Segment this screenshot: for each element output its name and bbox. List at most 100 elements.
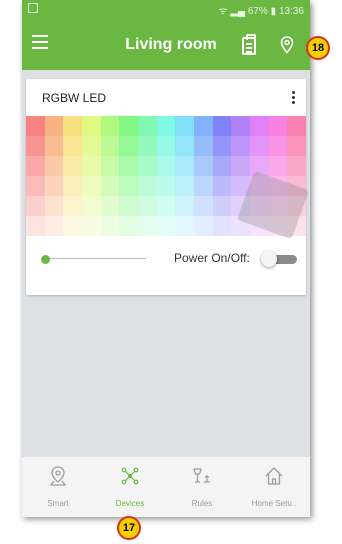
power-toggle[interactable] — [261, 251, 301, 267]
color-swatch[interactable] — [81, 216, 101, 236]
color-swatch[interactable] — [100, 216, 120, 236]
color-swatch[interactable] — [212, 116, 232, 136]
color-swatch[interactable] — [63, 176, 82, 196]
color-swatch[interactable] — [81, 156, 101, 176]
color-swatch[interactable] — [156, 156, 176, 176]
color-swatch[interactable] — [268, 136, 288, 156]
color-swatch[interactable] — [44, 116, 64, 136]
color-swatch[interactable] — [119, 176, 138, 196]
color-swatch[interactable] — [193, 216, 213, 236]
color-swatch[interactable] — [119, 156, 138, 176]
color-swatch[interactable] — [137, 116, 157, 136]
color-swatch[interactable] — [268, 116, 288, 136]
color-swatch[interactable] — [156, 196, 176, 216]
callout-marker-top: 18 — [306, 36, 330, 60]
color-swatch[interactable] — [193, 156, 213, 176]
color-swatch[interactable] — [287, 156, 306, 176]
color-swatch[interactable] — [231, 136, 250, 156]
color-swatch[interactable] — [26, 116, 45, 136]
color-swatch[interactable] — [26, 136, 45, 156]
color-swatch[interactable] — [212, 196, 232, 216]
rules-icon — [193, 468, 210, 483]
bottom-nav: Smart Devices Rules Home Setu.. — [22, 456, 310, 517]
color-swatch[interactable] — [193, 136, 213, 156]
color-swatch[interactable] — [119, 196, 138, 216]
nav-item-devices[interactable]: Devices — [94, 457, 166, 517]
device-name: RGBW LED — [42, 91, 107, 105]
color-swatch[interactable] — [81, 116, 101, 136]
home-setup-icon — [265, 467, 283, 485]
toggle-knob[interactable] — [261, 251, 277, 267]
battery-percent: 67% — [247, 6, 268, 17]
color-swatch[interactable] — [193, 196, 213, 216]
color-swatch[interactable] — [268, 156, 288, 176]
color-swatch[interactable] — [44, 136, 64, 156]
color-swatch[interactable] — [100, 156, 120, 176]
color-swatch[interactable] — [175, 116, 194, 136]
clipboard-icon[interactable] — [242, 34, 256, 55]
color-swatch[interactable] — [156, 116, 176, 136]
location-pin-icon[interactable] — [280, 36, 294, 54]
nav-label-rules: Rules — [191, 499, 213, 508]
color-swatch[interactable] — [100, 136, 120, 156]
color-swatch[interactable] — [26, 216, 45, 236]
color-swatch[interactable] — [175, 156, 194, 176]
color-swatch[interactable] — [100, 116, 120, 136]
color-swatch[interactable] — [175, 196, 194, 216]
color-swatch[interactable] — [81, 196, 101, 216]
color-swatch[interactable] — [175, 136, 194, 156]
slider-thumb[interactable] — [41, 255, 50, 264]
color-swatch[interactable] — [63, 156, 82, 176]
color-swatch[interactable] — [81, 176, 101, 196]
color-swatch[interactable] — [287, 136, 306, 156]
color-swatch[interactable] — [231, 156, 250, 176]
color-swatch[interactable] — [26, 196, 45, 216]
color-swatch[interactable] — [119, 216, 138, 236]
color-swatch[interactable] — [44, 176, 64, 196]
color-swatch[interactable] — [212, 156, 232, 176]
color-swatch[interactable] — [44, 156, 64, 176]
status-bar: ᯤ ▂▄ 67% ▮ 13:36 — [22, 0, 310, 18]
color-swatch[interactable] — [156, 136, 176, 156]
color-swatch[interactable] — [175, 176, 194, 196]
color-swatch[interactable] — [63, 136, 82, 156]
color-swatch[interactable] — [175, 216, 194, 236]
nav-item-home-setup[interactable]: Home Setu.. — [238, 457, 310, 517]
color-swatch[interactable] — [81, 136, 101, 156]
color-swatch[interactable] — [44, 196, 64, 216]
color-swatch[interactable] — [100, 196, 120, 216]
color-swatch[interactable] — [249, 136, 269, 156]
color-swatch[interactable] — [231, 116, 250, 136]
color-swatch[interactable] — [287, 116, 306, 136]
color-swatch[interactable] — [137, 216, 157, 236]
color-swatch[interactable] — [137, 156, 157, 176]
color-swatch[interactable] — [63, 216, 82, 236]
nav-label-home-setup: Home Setu.. — [251, 499, 297, 508]
color-swatch[interactable] — [137, 196, 157, 216]
color-swatch[interactable] — [119, 136, 138, 156]
color-swatch[interactable] — [156, 176, 176, 196]
color-swatch[interactable] — [44, 216, 64, 236]
device-card-rgbw-led: RGBW LED Power On/Off: — [26, 79, 310, 295]
color-swatch[interactable] — [63, 116, 82, 136]
color-swatch[interactable] — [100, 176, 120, 196]
more-options-icon[interactable] — [292, 91, 296, 106]
color-swatch[interactable] — [193, 176, 213, 196]
color-swatch[interactable] — [249, 116, 269, 136]
color-swatch[interactable] — [137, 136, 157, 156]
nav-item-rules[interactable]: Rules — [166, 457, 238, 517]
color-swatch[interactable] — [26, 156, 45, 176]
nav-item-smart[interactable]: Smart — [22, 457, 94, 517]
color-swatch[interactable] — [212, 136, 232, 156]
color-swatch[interactable] — [137, 176, 157, 196]
phone-screen: ᯤ ▂▄ 67% ▮ 13:36 Living room RGBW LED Po… — [22, 0, 310, 517]
color-swatch[interactable] — [119, 116, 138, 136]
color-swatch[interactable] — [26, 176, 45, 196]
color-swatch[interactable] — [212, 216, 232, 236]
nav-label-smart: Smart — [47, 499, 69, 508]
color-swatch[interactable] — [156, 216, 176, 236]
color-swatch[interactable] — [63, 196, 82, 216]
brightness-slider[interactable] — [41, 251, 146, 267]
color-swatch[interactable] — [212, 176, 232, 196]
color-swatch[interactable] — [193, 116, 213, 136]
